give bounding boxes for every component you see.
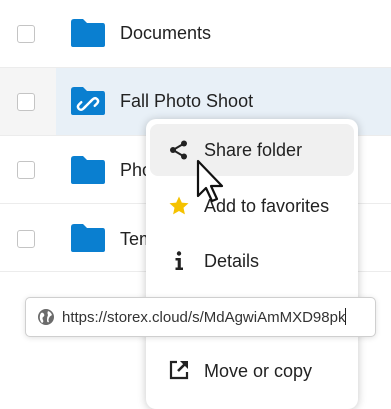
shared-folder-icon bbox=[71, 87, 105, 115]
share-link-url: https://storex.cloud/s/MdAgwiAmMXD98pk bbox=[62, 309, 346, 326]
text-caret bbox=[345, 308, 347, 325]
row-checkbox[interactable] bbox=[17, 161, 35, 179]
row-checkbox[interactable] bbox=[17, 93, 35, 111]
menu-label: Share folder bbox=[204, 140, 303, 160]
menu-label: Move or copy bbox=[204, 361, 313, 381]
star-icon bbox=[169, 196, 189, 215]
menu-item-add-to-favorites[interactable]: Add to favorites bbox=[146, 178, 358, 234]
mouse-cursor-icon bbox=[196, 159, 224, 203]
context-menu: Share folder Add to favorites Details Mo… bbox=[146, 119, 358, 409]
file-name[interactable]: Documents bbox=[120, 22, 211, 44]
row-checkbox[interactable] bbox=[17, 25, 35, 43]
menu-item-share-folder[interactable]: Share folder bbox=[150, 124, 354, 176]
file-name[interactable]: Fall Photo Shoot bbox=[120, 90, 253, 112]
share-link-field[interactable]: https://storex.cloud/s/MdAgwiAmMXD98pk bbox=[25, 297, 376, 337]
menu-label: Details bbox=[204, 251, 260, 271]
folder-icon bbox=[71, 19, 105, 47]
row-checkbox[interactable] bbox=[17, 230, 35, 248]
file-row-documents[interactable]: Documents bbox=[0, 0, 391, 68]
external-link-icon bbox=[169, 360, 189, 380]
menu-item-details[interactable]: Details bbox=[146, 233, 358, 289]
share-icon bbox=[170, 140, 187, 160]
folder-icon bbox=[71, 224, 105, 252]
globe-icon bbox=[38, 309, 54, 325]
folder-icon bbox=[71, 156, 105, 184]
info-icon bbox=[175, 251, 183, 270]
